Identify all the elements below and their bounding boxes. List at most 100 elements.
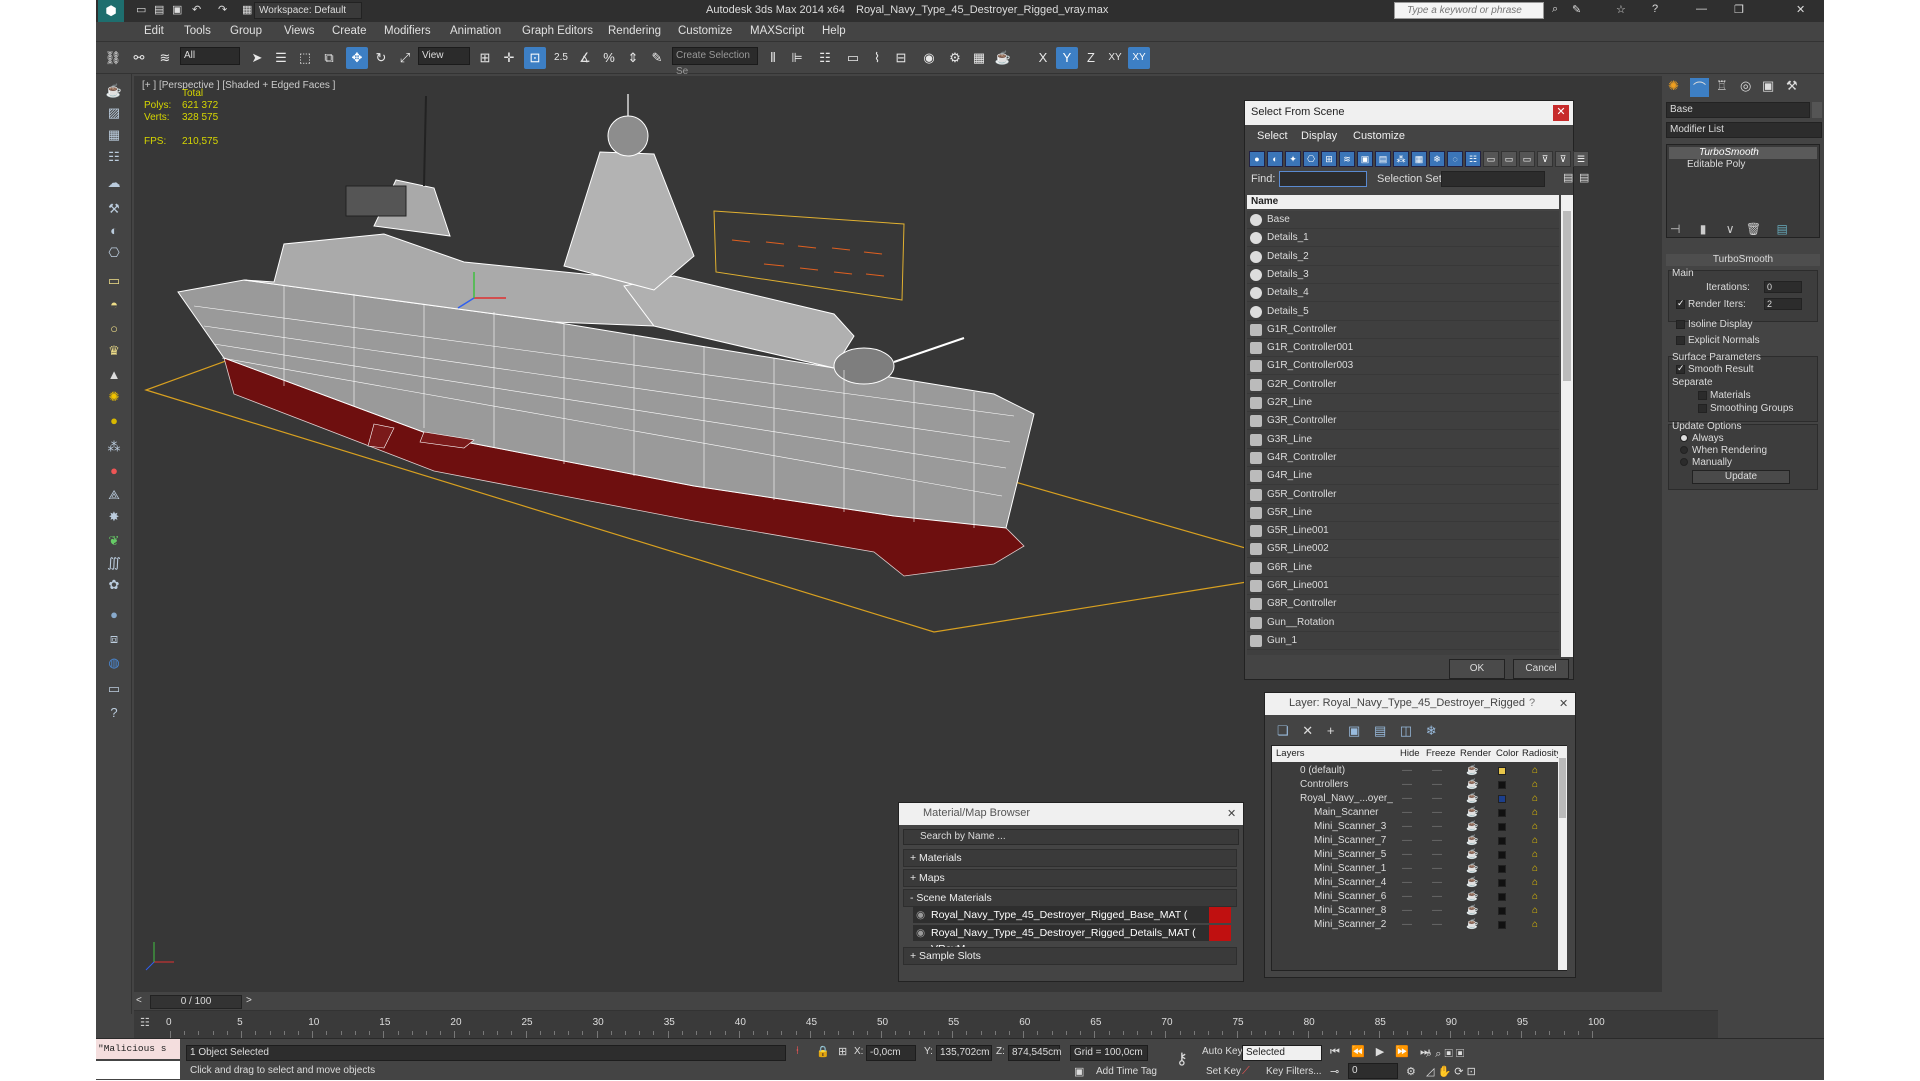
keyboard-shortcut-override-icon[interactable]: ⊡ — [524, 47, 546, 69]
radiosity-icon[interactable]: ⌂ — [1532, 848, 1538, 862]
save-set-icon[interactable]: ▤ — [1563, 171, 1573, 184]
always-radio[interactable] — [1680, 434, 1688, 442]
scene-object-item[interactable]: Gun__Rotation — [1247, 614, 1559, 632]
mirror-icon[interactable]: ⫴ — [762, 47, 784, 69]
render-teapot-icon[interactable]: ☕ — [1466, 806, 1478, 820]
select-rotate-icon[interactable]: ↻ — [370, 47, 392, 69]
materials-checkbox[interactable] — [1698, 391, 1707, 400]
scene-object-item[interactable]: Details_5 — [1247, 303, 1559, 321]
open-icon[interactable]: ▤ — [154, 3, 164, 16]
box-icon[interactable]: ▭ — [103, 270, 125, 292]
scene-object-item[interactable]: G1R_Controller003 — [1247, 357, 1559, 376]
scene-object-item[interactable]: G3R_Line — [1247, 431, 1559, 449]
select-object-icon[interactable]: ➤ — [246, 47, 268, 69]
image-icon[interactable]: ▨ — [103, 102, 125, 124]
time-slider-thumb[interactable]: 0 / 100 — [150, 995, 242, 1009]
key-filters-button[interactable]: Key Filters... — [1266, 1066, 1322, 1077]
time-next-icon[interactable]: > — [246, 995, 252, 1006]
layer-color-swatch[interactable] — [1498, 823, 1506, 831]
scene-object-item[interactable]: Details_4 — [1247, 284, 1559, 303]
filter-containers-icon[interactable]: ▦ — [1411, 151, 1427, 167]
material-editor-icon[interactable]: ◉ — [918, 47, 940, 69]
key-filter-dropdown[interactable]: Selected — [1242, 1045, 1322, 1061]
layer-row[interactable]: 0 (default) — — ☕ ⌂ — [1280, 764, 1556, 778]
layer-color-swatch[interactable] — [1498, 893, 1506, 901]
find-input[interactable] — [1279, 171, 1367, 187]
save-icon[interactable]: ▣ — [172, 3, 182, 16]
layer-row[interactable]: Controllers — — ☕ ⌂ — [1280, 778, 1556, 792]
key-filter-icon[interactable]: ⟋ — [1242, 1065, 1250, 1078]
filter-settings-icon[interactable]: ⊽ — [1555, 151, 1571, 167]
angle-snap-icon[interactable]: ∡ — [574, 47, 596, 69]
selection-set-dropdown[interactable] — [1441, 171, 1545, 187]
align-icon[interactable]: ⊫ — [786, 47, 808, 69]
percent-snap-icon[interactable]: % — [598, 47, 620, 69]
section-maps[interactable]: + Maps — [903, 869, 1237, 887]
layer-close-icon[interactable]: ✕ — [1559, 697, 1568, 710]
radiosity-icon[interactable]: ⌂ — [1532, 834, 1538, 848]
freeze-toggle[interactable]: — — [1432, 918, 1442, 932]
layer-row[interactable]: Mini_Scanner_5 — — ☕ ⌂ — [1280, 848, 1556, 862]
layer-color-swatch[interactable] — [1498, 767, 1506, 775]
hide-toggle[interactable]: — — [1402, 848, 1412, 862]
y-coordinate-field[interactable]: 135,702cm — [936, 1045, 992, 1061]
chat-icon[interactable]: ☁ — [103, 172, 125, 194]
constrain-x-icon[interactable]: X — [1032, 47, 1054, 69]
box-render-icon[interactable]: ⧈ — [103, 628, 125, 650]
show-end-result-icon[interactable]: ▮ — [1700, 222, 1707, 236]
search-box[interactable]: Type a keyword or phrase — [1394, 2, 1544, 19]
key-mode-icon[interactable]: ⊸ — [1330, 1065, 1339, 1078]
spinner-snap-icon[interactable]: ⇕ — [622, 47, 644, 69]
edit-named-selection-icon[interactable]: ✎ — [646, 47, 668, 69]
menu-rendering[interactable]: Rendering — [608, 25, 661, 37]
sfs-menu-display[interactable]: Display — [1301, 130, 1337, 142]
radiosity-icon[interactable]: ⌂ — [1532, 918, 1538, 932]
layer-row[interactable]: Mini_Scanner_4 — — ☕ ⌂ — [1280, 876, 1556, 890]
freeze-toggle[interactable]: — — [1432, 764, 1442, 778]
render-teapot-icon[interactable]: ☕ — [1466, 918, 1478, 932]
section-materials[interactable]: + Materials — [903, 849, 1237, 867]
binoculars-icon[interactable]: ⌕ — [1552, 3, 1558, 16]
select-invert-icon[interactable]: ▭ — [1519, 151, 1535, 167]
render-teapot-icon[interactable]: ☕ — [1466, 764, 1478, 778]
material-close-icon[interactable]: ✕ — [1227, 807, 1236, 820]
scene-material-item[interactable]: ◉ Royal_Navy_Type_45_Destroyer_Rigged_Ba… — [913, 907, 1231, 937]
cone-icon[interactable]: ▲ — [103, 364, 125, 386]
radiosity-icon[interactable]: ⌂ — [1532, 764, 1538, 778]
scene-object-item[interactable]: G2R_Controller — [1247, 376, 1559, 394]
render-teapot-icon[interactable]: ☕ — [1466, 904, 1478, 918]
time-slider[interactable]: < 0 / 100 > — [134, 994, 1718, 1010]
tv-icon[interactable]: ▭ — [103, 678, 125, 700]
material-browser-title[interactable]: Material/Map Browser — [899, 803, 1243, 825]
freeze-toggle[interactable]: — — [1432, 890, 1442, 904]
layer-color-swatch[interactable] — [1498, 781, 1506, 789]
freeze-toggle[interactable]: — — [1432, 820, 1442, 834]
manually-radio[interactable] — [1680, 458, 1688, 466]
freeze-toggle[interactable]: — — [1432, 876, 1442, 890]
scene-object-item[interactable]: G6R_Line — [1247, 559, 1559, 577]
tools-icon[interactable]: ✎ — [1572, 3, 1581, 16]
render-teapot-icon[interactable]: ☕ — [1466, 792, 1478, 806]
stack-item-turbosmooth[interactable]: TurboSmooth — [1669, 147, 1817, 159]
filter-groups-icon[interactable]: ▣ — [1357, 151, 1373, 167]
layer-color-swatch[interactable] — [1498, 809, 1506, 817]
render-production-icon[interactable]: ☕ — [992, 47, 1014, 69]
constrain-y-icon[interactable]: Y — [1056, 47, 1078, 69]
bind-spacewarp-icon[interactable]: ≋ — [154, 47, 176, 69]
columns-icon[interactable]: ☰ — [1573, 151, 1589, 167]
menu-customize[interactable]: Customize — [678, 25, 732, 37]
window-crossing-icon[interactable]: ⧉ — [318, 47, 340, 69]
time-prev-icon[interactable]: < — [136, 995, 142, 1006]
star-icon[interactable]: ☆ — [1616, 3, 1626, 16]
filter-lights-icon[interactable]: ✦ — [1285, 151, 1301, 167]
menu-views[interactable]: Views — [284, 25, 314, 37]
next-frame-icon[interactable]: ⏩ — [1395, 1046, 1409, 1058]
filter-frozen-icon[interactable]: ❄ — [1429, 151, 1445, 167]
hierarchy-tab-icon[interactable]: ♖ — [1716, 78, 1728, 94]
smoothing-groups-checkbox[interactable] — [1698, 404, 1707, 413]
workspace-dropdown[interactable]: Workspace: Default — [254, 2, 362, 19]
particles-icon[interactable]: ⁂ — [103, 436, 125, 458]
menu-tools[interactable]: Tools — [184, 25, 211, 37]
col-freeze[interactable]: Freeze — [1426, 746, 1456, 762]
hide-toggle[interactable]: — — [1402, 806, 1412, 820]
